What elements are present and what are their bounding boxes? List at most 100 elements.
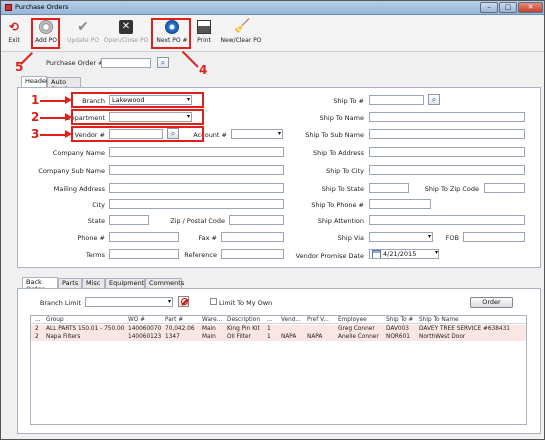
tab-equipment[interactable]: Equipment	[105, 278, 145, 288]
close-window-button[interactable]: ✕	[518, 2, 543, 13]
magnifier-icon: ⌕	[431, 95, 437, 104]
ship-to-sub-name-input[interactable]	[369, 129, 525, 139]
branch-limit-select[interactable]: ▾	[85, 297, 173, 307]
table-row[interactable]: 2 Napa Filters 140060123 1347 Main Oil F…	[31, 333, 526, 341]
date-dropdown-button[interactable]: ▾	[426, 249, 439, 259]
fax-input[interactable]	[221, 232, 284, 242]
tab-misc[interactable]: Misc	[82, 278, 105, 288]
arrowhead-2	[65, 113, 72, 121]
zip-input[interactable]	[229, 215, 284, 225]
broom-icon: 🧹	[234, 19, 251, 34]
tab-comments[interactable]: Comments	[145, 278, 184, 288]
tab-auto-stock[interactable]: Auto Stock	[47, 77, 81, 93]
cell: Main	[202, 326, 216, 332]
exit-arrow-icon: ⟲	[8, 20, 20, 34]
print-label: Print	[197, 37, 211, 44]
order-button[interactable]: Order	[470, 297, 513, 308]
company-sub-name-input[interactable]	[109, 165, 284, 175]
arrowhead-3	[65, 130, 72, 138]
column-header[interactable]: ...	[267, 316, 279, 324]
magnifier-icon: ⌕	[160, 58, 166, 67]
highlight-department	[71, 109, 204, 125]
mailing-address-input[interactable]	[109, 183, 284, 193]
clear-limit-button[interactable]	[178, 296, 189, 307]
ship-to-address-input[interactable]	[369, 147, 525, 157]
chevron-down-icon: ▾	[167, 298, 171, 305]
back-order-grid: ... Group WO # Part # Ware... Descriptio…	[30, 315, 527, 425]
tab-header[interactable]: Header	[21, 76, 49, 87]
phone-input[interactable]	[109, 232, 179, 242]
cell: Oil Filter	[227, 334, 251, 340]
column-header[interactable]: Pref V...	[307, 316, 337, 324]
cell: NAPA	[281, 334, 297, 340]
limit-to-my-own-checkbox[interactable]	[210, 298, 217, 305]
update-po-label: Update PO	[67, 37, 99, 44]
x-box-icon: ✕	[119, 20, 133, 34]
ship-to-city-input[interactable]	[369, 165, 525, 175]
column-header[interactable]: Vend...	[281, 316, 305, 324]
state-label: State	[87, 217, 105, 225]
callout-3: 3	[31, 127, 40, 141]
column-header[interactable]: Description	[227, 316, 265, 324]
ship-to-phone-input[interactable]	[369, 199, 431, 209]
reference-input[interactable]	[221, 249, 284, 259]
purchase-order-input[interactable]	[101, 58, 151, 68]
cell: Napa Filters	[46, 334, 81, 340]
ship-via-select[interactable]: ▾	[369, 232, 433, 242]
ship-to-address-label: Ship To Address	[312, 149, 364, 157]
po-search-button[interactable]: ⌕	[157, 57, 169, 68]
highlight-next-po	[151, 18, 191, 49]
cell: Anelle Conner	[338, 334, 379, 340]
arrow-5	[20, 51, 34, 65]
vendor-promise-date-value: 4/21/2015	[383, 250, 417, 258]
cell: 1	[267, 334, 271, 340]
minimize-button[interactable]: –	[480, 2, 498, 13]
ship-via-label: Ship Via	[337, 234, 364, 242]
ship-to-state-label: Ship To State	[321, 185, 364, 193]
company-sub-name-label: Company Sub Name	[38, 167, 105, 175]
tab-back-order[interactable]: Back Order	[22, 277, 58, 293]
cell: 1347	[165, 334, 180, 340]
city-input[interactable]	[109, 199, 284, 209]
open-close-po-button[interactable]: ✕ Open/Close PO	[103, 20, 149, 50]
phone-label: Phone #	[77, 234, 105, 242]
fob-label: FOB	[445, 234, 459, 242]
update-po-button[interactable]: ✔ Update PO	[63, 20, 103, 50]
checkmark-icon: ✔	[77, 19, 89, 35]
ship-to-input[interactable]	[369, 95, 424, 105]
cell: NorthWest Door	[419, 334, 466, 340]
arrowhead-1	[65, 96, 72, 104]
print-button[interactable]: Print	[194, 20, 214, 50]
ship-to-search-button[interactable]: ⌕	[428, 94, 440, 105]
fob-input[interactable]	[463, 232, 525, 242]
column-header[interactable]: Employee	[338, 316, 384, 324]
vendor-promise-date-label: Vendor Promise Date	[295, 252, 364, 260]
state-input[interactable]	[109, 215, 149, 225]
ship-attention-input[interactable]	[369, 215, 525, 225]
column-header[interactable]: WO #	[128, 316, 164, 324]
new-clear-po-button[interactable]: 🧹 New/Clear PO	[219, 20, 263, 50]
maximize-button[interactable]: □	[499, 2, 517, 13]
city-label: City	[92, 201, 105, 209]
arrow-4	[181, 50, 199, 68]
column-header[interactable]: Ware...	[202, 316, 226, 324]
exit-button[interactable]: ⟲ Exit	[3, 20, 25, 50]
ship-to-zip-input[interactable]	[484, 183, 525, 193]
ship-to-state-input[interactable]	[369, 183, 409, 193]
company-name-input[interactable]	[109, 147, 284, 157]
ship-to-name-input[interactable]	[369, 112, 525, 122]
column-header[interactable]: Ship To #	[386, 316, 418, 324]
cell: 2	[35, 326, 39, 332]
column-header[interactable]: Group	[46, 316, 126, 324]
ship-to-phone-label: Ship To Phone #	[311, 201, 364, 209]
chevron-down-icon: ▾	[427, 233, 431, 240]
account-select[interactable]: ▾	[231, 129, 283, 139]
chevron-down-icon: ▾	[277, 130, 281, 137]
ship-to-label: Ship To #	[333, 97, 364, 105]
fax-label: Fax #	[198, 234, 217, 242]
column-header[interactable]: Ship To Name	[419, 316, 519, 324]
tab-parts[interactable]: Parts	[58, 278, 82, 288]
terms-input[interactable]	[109, 249, 179, 259]
table-row[interactable]: 2 ALL PARTS 150.01 - 750.00 140060070 70…	[31, 325, 526, 333]
column-header[interactable]: Part #	[165, 316, 201, 324]
